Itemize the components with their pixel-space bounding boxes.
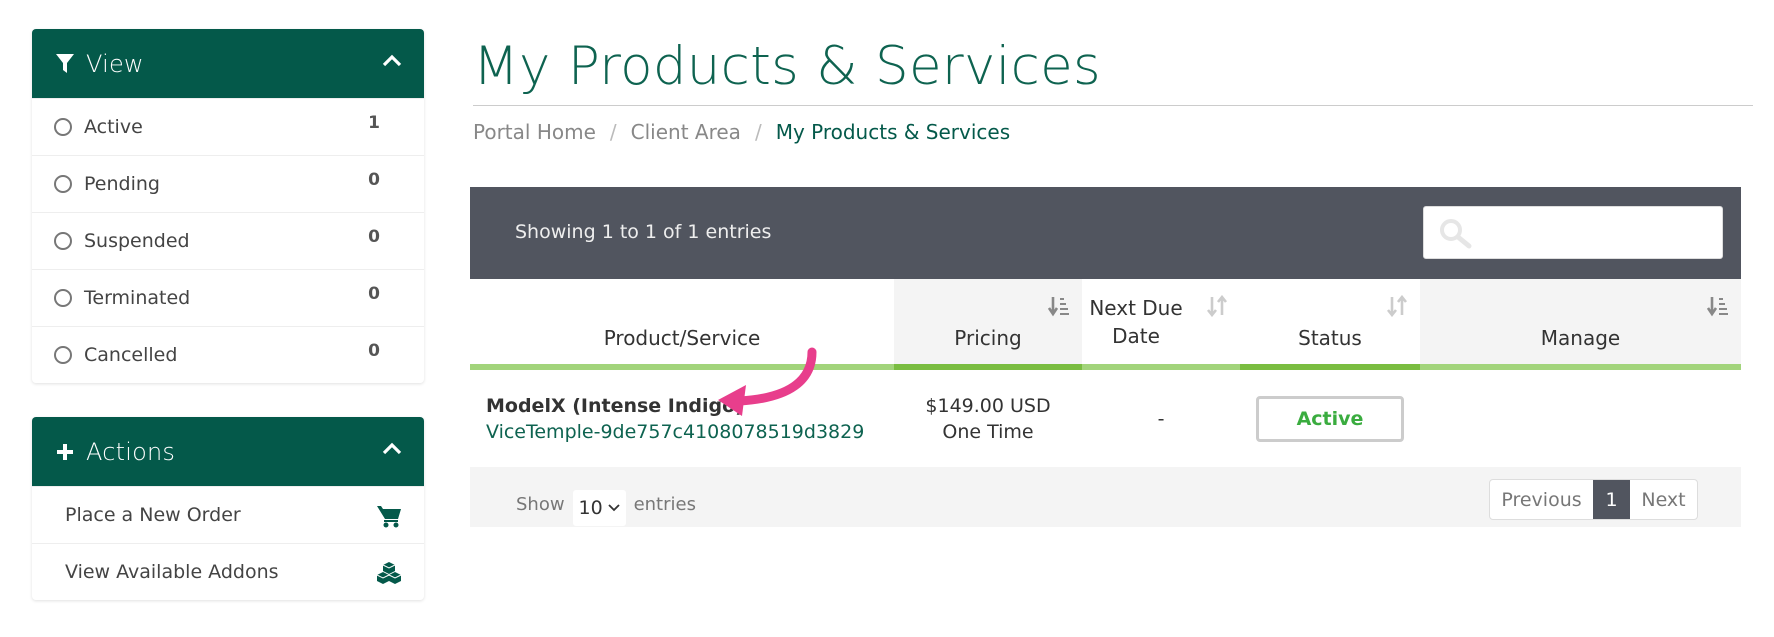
- table-footer: Show 10 entries Previous 1 Next: [470, 467, 1741, 527]
- radio-icon[interactable]: [54, 346, 72, 364]
- filter-count: 0: [368, 227, 380, 247]
- page-1-button[interactable]: 1: [1593, 480, 1630, 519]
- product-domain-link[interactable]: ViceTemple-9de757c4108078519d3829: [486, 421, 886, 443]
- filter-count: 1: [368, 113, 380, 133]
- title-divider: [473, 105, 1753, 106]
- radio-icon[interactable]: [54, 118, 72, 136]
- show-label: Show: [516, 493, 565, 515]
- column-label: Status: [1298, 326, 1362, 350]
- previous-page-button[interactable]: Previous: [1490, 480, 1593, 519]
- page-size-select[interactable]: 10: [572, 490, 626, 526]
- action-view-addons[interactable]: View Available Addons: [32, 543, 424, 600]
- action-label: Place a New Order: [65, 504, 241, 526]
- action-place-new-order[interactable]: Place a New Order: [32, 486, 424, 543]
- filter-count: 0: [368, 284, 380, 304]
- pricing-cell: $149.00 USD One Time: [894, 370, 1082, 467]
- chevron-down-icon: [608, 504, 620, 512]
- column-label: Pricing: [954, 326, 1022, 350]
- sort-desc-icon: [1048, 297, 1069, 317]
- breadcrumb-separator: /: [754, 120, 762, 144]
- manage-cell: [1420, 370, 1741, 467]
- sort-both-icon: [1206, 295, 1228, 317]
- table-toolbar: Showing 1 to 1 of 1 entries: [470, 187, 1741, 279]
- action-label: View Available Addons: [65, 561, 279, 583]
- plus-icon: [54, 441, 76, 463]
- view-panel-header[interactable]: View: [32, 29, 424, 98]
- page-title: My Products & Services: [473, 36, 1101, 97]
- column-header-next-due-date[interactable]: Next Due Date: [1082, 279, 1240, 364]
- breadcrumb: Portal Home / Client Area / My Products …: [473, 120, 1010, 144]
- view-panel: View Active 1 Pending 0 Suspended 0 Term…: [32, 29, 424, 383]
- column-header-status[interactable]: Status: [1240, 279, 1420, 364]
- filter-label: Pending: [84, 173, 160, 195]
- column-header-pricing[interactable]: Pricing: [894, 279, 1082, 364]
- next-due-date: -: [1157, 407, 1165, 430]
- filter-label: Terminated: [84, 287, 191, 309]
- column-label: Product/Service: [603, 326, 761, 350]
- filter-icon: [54, 53, 76, 75]
- breadcrumb-portal-home[interactable]: Portal Home: [473, 120, 596, 144]
- search-icon: [1440, 219, 1472, 249]
- column-label: Next Due Date: [1089, 296, 1183, 348]
- billing-cycle: One Time: [942, 420, 1034, 443]
- page-length: Show 10 entries: [516, 486, 696, 526]
- filter-label: Active: [84, 116, 143, 138]
- radio-icon[interactable]: [54, 232, 72, 250]
- sort-desc-icon: [1707, 297, 1728, 317]
- annotation-arrow-icon: [718, 347, 817, 416]
- filter-item-pending[interactable]: Pending 0: [32, 155, 424, 212]
- column-header-product[interactable]: Product/Service: [470, 279, 894, 364]
- table-header: Product/Service Pricing Next Due Date St…: [470, 279, 1741, 364]
- shopping-cart-icon: [377, 506, 401, 528]
- radio-icon[interactable]: [54, 289, 72, 307]
- next-due-cell: -: [1082, 370, 1240, 467]
- search-input[interactable]: [1423, 206, 1723, 259]
- actions-panel: Actions Place a New Order View Available…: [32, 417, 424, 600]
- breadcrumb-separator: /: [609, 120, 617, 144]
- actions-panel-title: Actions: [86, 437, 176, 466]
- sort-both-icon: [1386, 295, 1408, 317]
- status-badge: Active: [1256, 395, 1404, 442]
- radio-icon[interactable]: [54, 175, 72, 193]
- filter-item-terminated[interactable]: Terminated 0: [32, 269, 424, 326]
- filter-item-active[interactable]: Active 1: [32, 98, 424, 155]
- entries-label: entries: [633, 493, 696, 515]
- chevron-up-icon[interactable]: [382, 441, 402, 455]
- status-cell: Active: [1240, 370, 1420, 467]
- page-size-value: 10: [578, 497, 603, 519]
- price: $149.00 USD: [925, 394, 1051, 417]
- filter-item-cancelled[interactable]: Cancelled 0: [32, 326, 424, 383]
- filter-count: 0: [368, 341, 380, 361]
- view-panel-title: View: [86, 49, 144, 78]
- filter-label: Suspended: [84, 230, 190, 252]
- table-row[interactable]: ModelX (Intense Indigo) ViceTemple-9de75…: [470, 370, 1741, 467]
- chevron-up-icon[interactable]: [382, 53, 402, 67]
- pagination: Previous 1 Next: [1489, 479, 1698, 520]
- column-label: Manage: [1540, 326, 1621, 350]
- breadcrumb-current: My Products & Services: [775, 120, 1011, 144]
- filter-label: Cancelled: [84, 344, 178, 366]
- column-header-manage[interactable]: Manage: [1420, 279, 1741, 364]
- cubes-icon: [376, 562, 402, 584]
- next-page-button[interactable]: Next: [1630, 480, 1697, 519]
- filter-count: 0: [368, 170, 380, 190]
- breadcrumb-client-area[interactable]: Client Area: [631, 120, 741, 144]
- table-info: Showing 1 to 1 of 1 entries: [515, 221, 772, 243]
- filter-item-suspended[interactable]: Suspended 0: [32, 212, 424, 269]
- actions-panel-header[interactable]: Actions: [32, 417, 424, 486]
